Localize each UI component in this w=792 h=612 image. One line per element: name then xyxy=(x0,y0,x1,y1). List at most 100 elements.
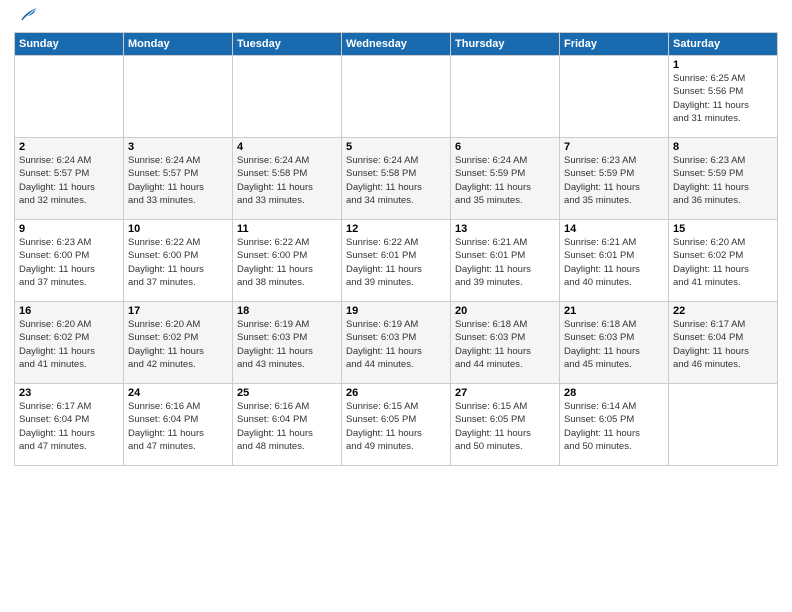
day-info: Sunrise: 6:20 AM Sunset: 6:02 PM Dayligh… xyxy=(673,236,773,289)
day-info: Sunrise: 6:20 AM Sunset: 6:02 PM Dayligh… xyxy=(19,318,119,371)
day-info: Sunrise: 6:16 AM Sunset: 6:04 PM Dayligh… xyxy=(128,400,228,453)
day-number: 15 xyxy=(673,223,773,235)
calendar-cell: 9Sunrise: 6:23 AM Sunset: 6:00 PM Daylig… xyxy=(15,220,124,302)
day-info: Sunrise: 6:25 AM Sunset: 5:56 PM Dayligh… xyxy=(673,72,773,125)
calendar-cell: 21Sunrise: 6:18 AM Sunset: 6:03 PM Dayli… xyxy=(560,302,669,384)
calendar-cell: 11Sunrise: 6:22 AM Sunset: 6:00 PM Dayli… xyxy=(233,220,342,302)
page-container: SundayMondayTuesdayWednesdayThursdayFrid… xyxy=(0,0,792,476)
day-number: 5 xyxy=(346,141,446,153)
day-number: 28 xyxy=(564,387,664,399)
calendar-cell: 13Sunrise: 6:21 AM Sunset: 6:01 PM Dayli… xyxy=(451,220,560,302)
day-info: Sunrise: 6:14 AM Sunset: 6:05 PM Dayligh… xyxy=(564,400,664,453)
day-info: Sunrise: 6:16 AM Sunset: 6:04 PM Dayligh… xyxy=(237,400,337,453)
day-number: 16 xyxy=(19,305,119,317)
calendar-week-2: 2Sunrise: 6:24 AM Sunset: 5:57 PM Daylig… xyxy=(15,138,778,220)
day-number: 17 xyxy=(128,305,228,317)
calendar-cell: 23Sunrise: 6:17 AM Sunset: 6:04 PM Dayli… xyxy=(15,384,124,466)
day-info: Sunrise: 6:24 AM Sunset: 5:58 PM Dayligh… xyxy=(237,154,337,207)
header xyxy=(14,10,778,28)
day-info: Sunrise: 6:24 AM Sunset: 5:57 PM Dayligh… xyxy=(128,154,228,207)
day-number: 3 xyxy=(128,141,228,153)
day-info: Sunrise: 6:24 AM Sunset: 5:59 PM Dayligh… xyxy=(455,154,555,207)
day-number: 12 xyxy=(346,223,446,235)
calendar-cell: 17Sunrise: 6:20 AM Sunset: 6:02 PM Dayli… xyxy=(124,302,233,384)
day-number: 8 xyxy=(673,141,773,153)
calendar-cell: 4Sunrise: 6:24 AM Sunset: 5:58 PM Daylig… xyxy=(233,138,342,220)
calendar-cell xyxy=(451,56,560,138)
day-number: 4 xyxy=(237,141,337,153)
calendar-cell: 10Sunrise: 6:22 AM Sunset: 6:00 PM Dayli… xyxy=(124,220,233,302)
day-header-saturday: Saturday xyxy=(669,33,778,56)
day-number: 19 xyxy=(346,305,446,317)
logo-bird-icon xyxy=(16,6,38,28)
day-info: Sunrise: 6:23 AM Sunset: 6:00 PM Dayligh… xyxy=(19,236,119,289)
calendar-cell: 22Sunrise: 6:17 AM Sunset: 6:04 PM Dayli… xyxy=(669,302,778,384)
day-info: Sunrise: 6:17 AM Sunset: 6:04 PM Dayligh… xyxy=(673,318,773,371)
calendar-cell: 24Sunrise: 6:16 AM Sunset: 6:04 PM Dayli… xyxy=(124,384,233,466)
day-number: 10 xyxy=(128,223,228,235)
calendar-cell xyxy=(342,56,451,138)
day-number: 1 xyxy=(673,59,773,71)
day-info: Sunrise: 6:20 AM Sunset: 6:02 PM Dayligh… xyxy=(128,318,228,371)
day-info: Sunrise: 6:15 AM Sunset: 6:05 PM Dayligh… xyxy=(455,400,555,453)
day-info: Sunrise: 6:22 AM Sunset: 6:00 PM Dayligh… xyxy=(237,236,337,289)
day-info: Sunrise: 6:18 AM Sunset: 6:03 PM Dayligh… xyxy=(455,318,555,371)
calendar-cell: 3Sunrise: 6:24 AM Sunset: 5:57 PM Daylig… xyxy=(124,138,233,220)
day-info: Sunrise: 6:22 AM Sunset: 6:01 PM Dayligh… xyxy=(346,236,446,289)
calendar-cell: 26Sunrise: 6:15 AM Sunset: 6:05 PM Dayli… xyxy=(342,384,451,466)
calendar-cell: 16Sunrise: 6:20 AM Sunset: 6:02 PM Dayli… xyxy=(15,302,124,384)
day-number: 2 xyxy=(19,141,119,153)
day-number: 6 xyxy=(455,141,555,153)
day-number: 22 xyxy=(673,305,773,317)
calendar-week-5: 23Sunrise: 6:17 AM Sunset: 6:04 PM Dayli… xyxy=(15,384,778,466)
day-number: 27 xyxy=(455,387,555,399)
day-info: Sunrise: 6:21 AM Sunset: 6:01 PM Dayligh… xyxy=(564,236,664,289)
calendar-cell: 6Sunrise: 6:24 AM Sunset: 5:59 PM Daylig… xyxy=(451,138,560,220)
calendar-cell xyxy=(669,384,778,466)
day-info: Sunrise: 6:19 AM Sunset: 6:03 PM Dayligh… xyxy=(237,318,337,371)
calendar-cell: 28Sunrise: 6:14 AM Sunset: 6:05 PM Dayli… xyxy=(560,384,669,466)
calendar-cell: 2Sunrise: 6:24 AM Sunset: 5:57 PM Daylig… xyxy=(15,138,124,220)
day-number: 24 xyxy=(128,387,228,399)
days-header-row: SundayMondayTuesdayWednesdayThursdayFrid… xyxy=(15,33,778,56)
day-header-monday: Monday xyxy=(124,33,233,56)
day-info: Sunrise: 6:23 AM Sunset: 5:59 PM Dayligh… xyxy=(673,154,773,207)
day-header-friday: Friday xyxy=(560,33,669,56)
day-number: 18 xyxy=(237,305,337,317)
day-number: 11 xyxy=(237,223,337,235)
calendar-cell: 25Sunrise: 6:16 AM Sunset: 6:04 PM Dayli… xyxy=(233,384,342,466)
day-header-thursday: Thursday xyxy=(451,33,560,56)
calendar-week-1: 1Sunrise: 6:25 AM Sunset: 5:56 PM Daylig… xyxy=(15,56,778,138)
day-number: 13 xyxy=(455,223,555,235)
calendar-table: SundayMondayTuesdayWednesdayThursdayFrid… xyxy=(14,32,778,466)
day-number: 7 xyxy=(564,141,664,153)
calendar-cell: 15Sunrise: 6:20 AM Sunset: 6:02 PM Dayli… xyxy=(669,220,778,302)
day-number: 9 xyxy=(19,223,119,235)
day-info: Sunrise: 6:24 AM Sunset: 5:58 PM Dayligh… xyxy=(346,154,446,207)
calendar-cell: 1Sunrise: 6:25 AM Sunset: 5:56 PM Daylig… xyxy=(669,56,778,138)
day-info: Sunrise: 6:24 AM Sunset: 5:57 PM Dayligh… xyxy=(19,154,119,207)
day-number: 20 xyxy=(455,305,555,317)
day-info: Sunrise: 6:22 AM Sunset: 6:00 PM Dayligh… xyxy=(128,236,228,289)
day-number: 26 xyxy=(346,387,446,399)
day-number: 21 xyxy=(564,305,664,317)
logo xyxy=(14,10,38,28)
day-number: 25 xyxy=(237,387,337,399)
calendar-cell: 27Sunrise: 6:15 AM Sunset: 6:05 PM Dayli… xyxy=(451,384,560,466)
day-info: Sunrise: 6:18 AM Sunset: 6:03 PM Dayligh… xyxy=(564,318,664,371)
day-info: Sunrise: 6:15 AM Sunset: 6:05 PM Dayligh… xyxy=(346,400,446,453)
calendar-week-3: 9Sunrise: 6:23 AM Sunset: 6:00 PM Daylig… xyxy=(15,220,778,302)
day-header-tuesday: Tuesday xyxy=(233,33,342,56)
calendar-cell: 18Sunrise: 6:19 AM Sunset: 6:03 PM Dayli… xyxy=(233,302,342,384)
calendar-cell: 5Sunrise: 6:24 AM Sunset: 5:58 PM Daylig… xyxy=(342,138,451,220)
day-info: Sunrise: 6:21 AM Sunset: 6:01 PM Dayligh… xyxy=(455,236,555,289)
calendar-cell xyxy=(15,56,124,138)
calendar-week-4: 16Sunrise: 6:20 AM Sunset: 6:02 PM Dayli… xyxy=(15,302,778,384)
calendar-cell xyxy=(233,56,342,138)
calendar-cell: 14Sunrise: 6:21 AM Sunset: 6:01 PM Dayli… xyxy=(560,220,669,302)
day-info: Sunrise: 6:23 AM Sunset: 5:59 PM Dayligh… xyxy=(564,154,664,207)
calendar-cell xyxy=(560,56,669,138)
calendar-cell xyxy=(124,56,233,138)
calendar-cell: 19Sunrise: 6:19 AM Sunset: 6:03 PM Dayli… xyxy=(342,302,451,384)
calendar-cell: 12Sunrise: 6:22 AM Sunset: 6:01 PM Dayli… xyxy=(342,220,451,302)
